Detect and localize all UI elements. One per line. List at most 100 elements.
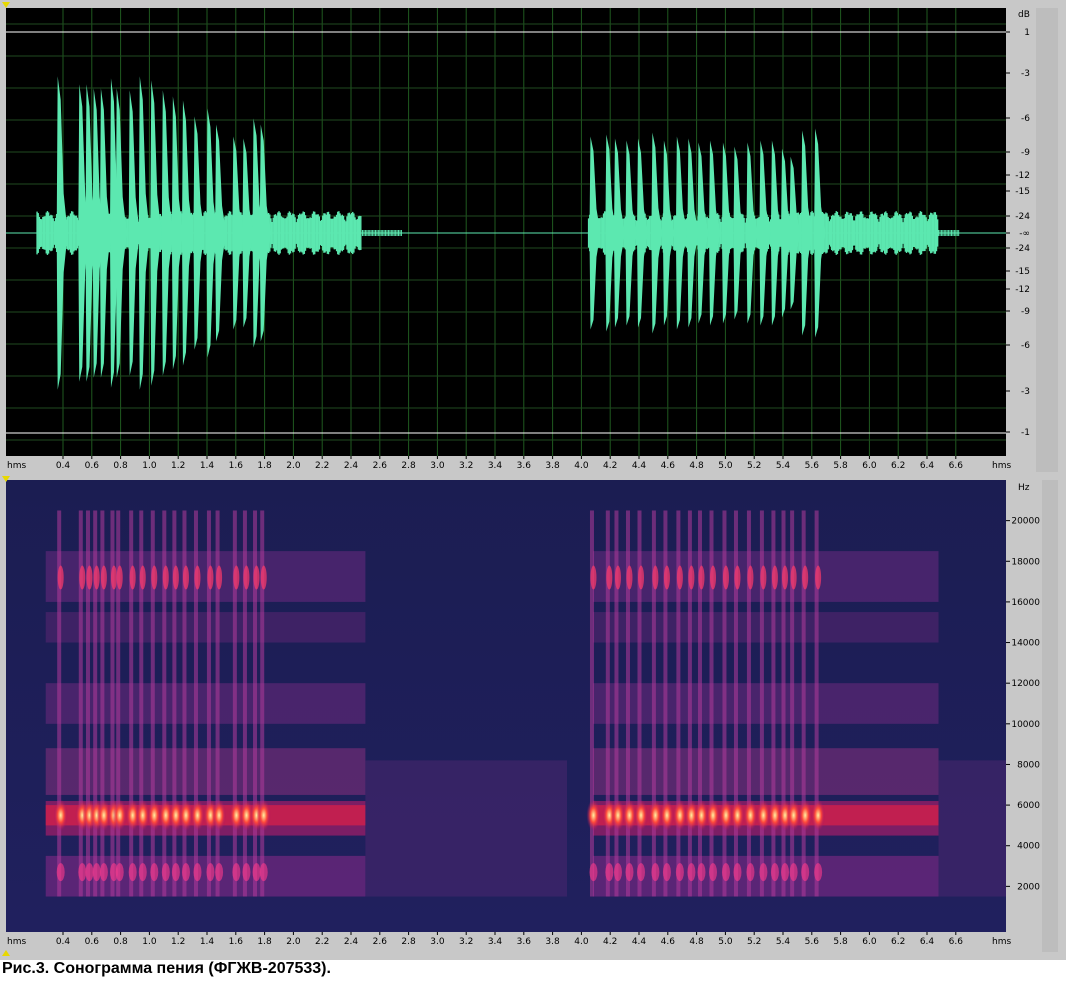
spectrogram-harmonic xyxy=(100,565,107,590)
spectrogram-hot-spot xyxy=(743,799,758,832)
spectrogram-harmonic xyxy=(79,565,86,590)
db-tick-label: -15 xyxy=(1015,187,1030,197)
time-tick-label: 2.6 xyxy=(373,937,388,947)
db-tick-label: -12 xyxy=(1015,285,1030,295)
spectrogram-low-harmonic xyxy=(814,863,823,882)
spectrogram-harmonic xyxy=(260,565,267,590)
time-tick-label: 6.2 xyxy=(891,461,905,471)
time-tick-label: 1.2 xyxy=(171,461,185,471)
db-tick-label: -15 xyxy=(1015,267,1030,277)
spectrogram-low-harmonic xyxy=(138,863,147,882)
spectrogram-hot-spot xyxy=(798,799,813,832)
time-tick-label: 2.8 xyxy=(401,461,416,471)
time-tick-label: 6.6 xyxy=(949,937,964,947)
spectrogram-harmonic xyxy=(93,565,100,590)
hz-tick-label: 18000 xyxy=(1011,557,1040,567)
time-tick-label: 6.0 xyxy=(862,461,877,471)
spectrogram-low-harmonic xyxy=(242,863,251,882)
db-tick-label: -9 xyxy=(1021,148,1030,158)
spectrogram-hot-spot xyxy=(212,799,227,832)
spectrogram-low-harmonic xyxy=(115,863,124,882)
time-tick-label: 2.6 xyxy=(373,461,388,471)
spectrogram-low-harmonic xyxy=(770,863,779,882)
time-tick-label: 4.6 xyxy=(661,937,676,947)
time-tick-label: 3.0 xyxy=(430,461,445,471)
spectrogram-low-harmonic xyxy=(56,863,65,882)
spectrogram-low-harmonic xyxy=(801,863,810,882)
sonogram-figure: dB 1 -3 -6 -9 -12 -15 -24 -∞ -24 -15 -12 -9 -6 -3 -1 h… xyxy=(0,0,1066,960)
spectrogram-low-harmonic xyxy=(78,863,87,882)
spectrogram-low-harmonic xyxy=(92,863,101,882)
spectrogram-low-harmonic xyxy=(193,863,202,882)
spectrogram-low-harmonic xyxy=(232,863,241,882)
spectrogram-low-harmonic xyxy=(161,863,170,882)
hz-tick-label: 14000 xyxy=(1011,639,1040,649)
spectrogram-harmonic xyxy=(57,565,64,590)
spectrogram-low-harmonic xyxy=(85,863,94,882)
spectrogram-hot-spot xyxy=(586,799,601,832)
time-tick-label: 1.8 xyxy=(257,937,272,947)
spectrogram-harmonic xyxy=(663,565,670,590)
time-tick-label: 1.4 xyxy=(200,937,215,947)
time-tick-label: 6.0 xyxy=(862,937,877,947)
spectrogram-harmonic xyxy=(710,565,716,590)
db-tick-label: -24 xyxy=(1015,244,1030,254)
play-marker-top[interactable] xyxy=(2,2,10,8)
time-tick-label: 3.4 xyxy=(488,461,503,471)
spectrogram-harmonic xyxy=(253,565,260,590)
time-tick-label: 3.4 xyxy=(488,937,503,947)
spectrogram-harmonic xyxy=(638,565,644,590)
time-tick-label: 0.4 xyxy=(56,461,71,471)
spectrogram-low-harmonic xyxy=(709,863,717,882)
spectrogram-harmonic xyxy=(207,565,214,590)
spectrogram-harmonic xyxy=(782,565,788,590)
time-tick-label: 4.4 xyxy=(632,937,647,947)
spectrogram-hot-spot xyxy=(634,799,648,832)
time-tick-label: 6.4 xyxy=(920,461,935,471)
spectrogram-harmonic xyxy=(747,565,754,590)
spectrogram-low-harmonic xyxy=(99,863,108,882)
db-tick-label: -9 xyxy=(1021,307,1030,317)
hz-tick-label: 12000 xyxy=(1011,679,1040,689)
spectrogram-band xyxy=(592,683,939,724)
spectrogram-harmonic xyxy=(815,565,822,590)
spectrogram-low-harmonic xyxy=(733,863,742,882)
time-tick-label: 1.0 xyxy=(142,461,157,471)
spectrogram-hot-spot xyxy=(659,799,674,832)
spectrogram-harmonic xyxy=(116,565,123,590)
db-tick-label: -3 xyxy=(1021,387,1030,397)
hz-unit-label: Hz xyxy=(1018,483,1030,493)
time-tick-label: 6.6 xyxy=(949,461,964,471)
spectrogram-harmonic xyxy=(771,565,778,590)
spectrogram-low-harmonic xyxy=(637,863,645,882)
time-tick-label: 0.6 xyxy=(85,461,100,471)
spectrogram-harmonic xyxy=(233,565,240,590)
time-tick-label: 4.0 xyxy=(574,937,589,947)
spectrogram-low-harmonic xyxy=(181,863,190,882)
spectrogram-harmonic xyxy=(734,565,741,590)
spectrogram-low-harmonic xyxy=(128,863,137,882)
time-tick-label: 5.2 xyxy=(747,937,761,947)
spectrogram-harmonic xyxy=(722,565,729,590)
spectrogram-low-harmonic xyxy=(252,863,261,882)
spectrogram-harmonic xyxy=(110,565,117,590)
db-tick-label: -24 xyxy=(1015,212,1030,222)
spectrogram-harmonic xyxy=(151,565,158,590)
time-tick-label: 0.6 xyxy=(85,937,100,947)
time-tick-label: 2.0 xyxy=(286,937,301,947)
spectrogram-low-harmonic xyxy=(589,863,598,882)
time-tick-label: 2.4 xyxy=(344,937,359,947)
hz-tick-label: 10000 xyxy=(1011,720,1040,730)
spectrogram-low-harmonic xyxy=(625,863,634,882)
play-marker-bottom[interactable] xyxy=(2,950,10,956)
spectrogram-hot-spot xyxy=(190,799,205,832)
db-unit-label: dB xyxy=(1018,10,1030,20)
spectrogram-low-harmonic xyxy=(651,863,660,882)
spectrogram-low-harmonic xyxy=(171,863,180,882)
time-tick-label: 1.6 xyxy=(229,461,244,471)
time-tick-label: 4.4 xyxy=(632,461,647,471)
time-tick-label: 5.8 xyxy=(833,937,848,947)
time-tick-label: 1.0 xyxy=(142,937,157,947)
time-tick-label: 2.2 xyxy=(315,461,329,471)
spectrogram-harmonic xyxy=(760,565,767,590)
